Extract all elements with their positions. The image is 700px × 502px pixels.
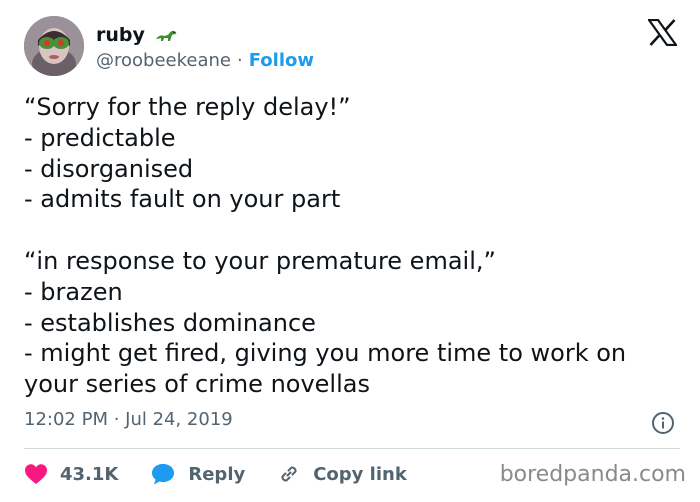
separator-dot: · bbox=[236, 49, 243, 71]
like-count: 43.1K bbox=[60, 463, 119, 485]
divider bbox=[24, 448, 680, 449]
avatar[interactable] bbox=[24, 16, 84, 76]
action-bar: 43.1K Reply Copy link bbox=[24, 460, 439, 488]
author-name[interactable]: ruby bbox=[96, 24, 145, 46]
reply-button[interactable]: Reply bbox=[150, 462, 245, 486]
info-icon[interactable] bbox=[651, 411, 675, 435]
watermark: boredpanda.com bbox=[499, 462, 686, 487]
like-button[interactable]: 43.1K bbox=[24, 463, 118, 485]
copy-link-button[interactable]: Copy link bbox=[277, 462, 407, 486]
x-logo-icon[interactable] bbox=[646, 18, 679, 47]
tweet-timestamp[interactable]: 12:02 PM · Jul 24, 2019 bbox=[24, 409, 233, 430]
heart-icon bbox=[25, 464, 47, 484]
author-name-row: ruby bbox=[96, 22, 178, 48]
reply-bubble-icon bbox=[152, 464, 175, 485]
tweet-line: - brazen bbox=[24, 277, 123, 306]
author-handle-row: @roobeekeane · Follow bbox=[96, 48, 314, 72]
tweet-line: - admits fault on your part bbox=[24, 185, 341, 214]
tweet-line: - predictable bbox=[24, 123, 176, 152]
tweet-line: - disorganised bbox=[24, 154, 194, 183]
copy-link-label: Copy link bbox=[313, 463, 407, 485]
tweet-card: ruby @roobeekeane · Follow “Sorry for th… bbox=[0, 0, 700, 502]
tweet-line: your series of crime novellas bbox=[24, 370, 370, 399]
link-icon bbox=[281, 466, 297, 482]
follow-button[interactable]: Follow bbox=[249, 50, 314, 71]
tweet-line: - establishes dominance bbox=[24, 308, 316, 337]
tweet-line: “in response to your premature email,” bbox=[24, 246, 496, 275]
tweet-line: “Sorry for the reply delay!” bbox=[24, 93, 351, 121]
tweet-text: “Sorry for the reply delay!” - predictab… bbox=[24, 92, 684, 400]
tweet-line: - might get fired, giving you more time … bbox=[24, 339, 627, 368]
author-handle[interactable]: @roobeekeane bbox=[96, 50, 231, 71]
dinosaur-icon bbox=[154, 26, 178, 44]
reply-label: Reply bbox=[188, 463, 246, 485]
